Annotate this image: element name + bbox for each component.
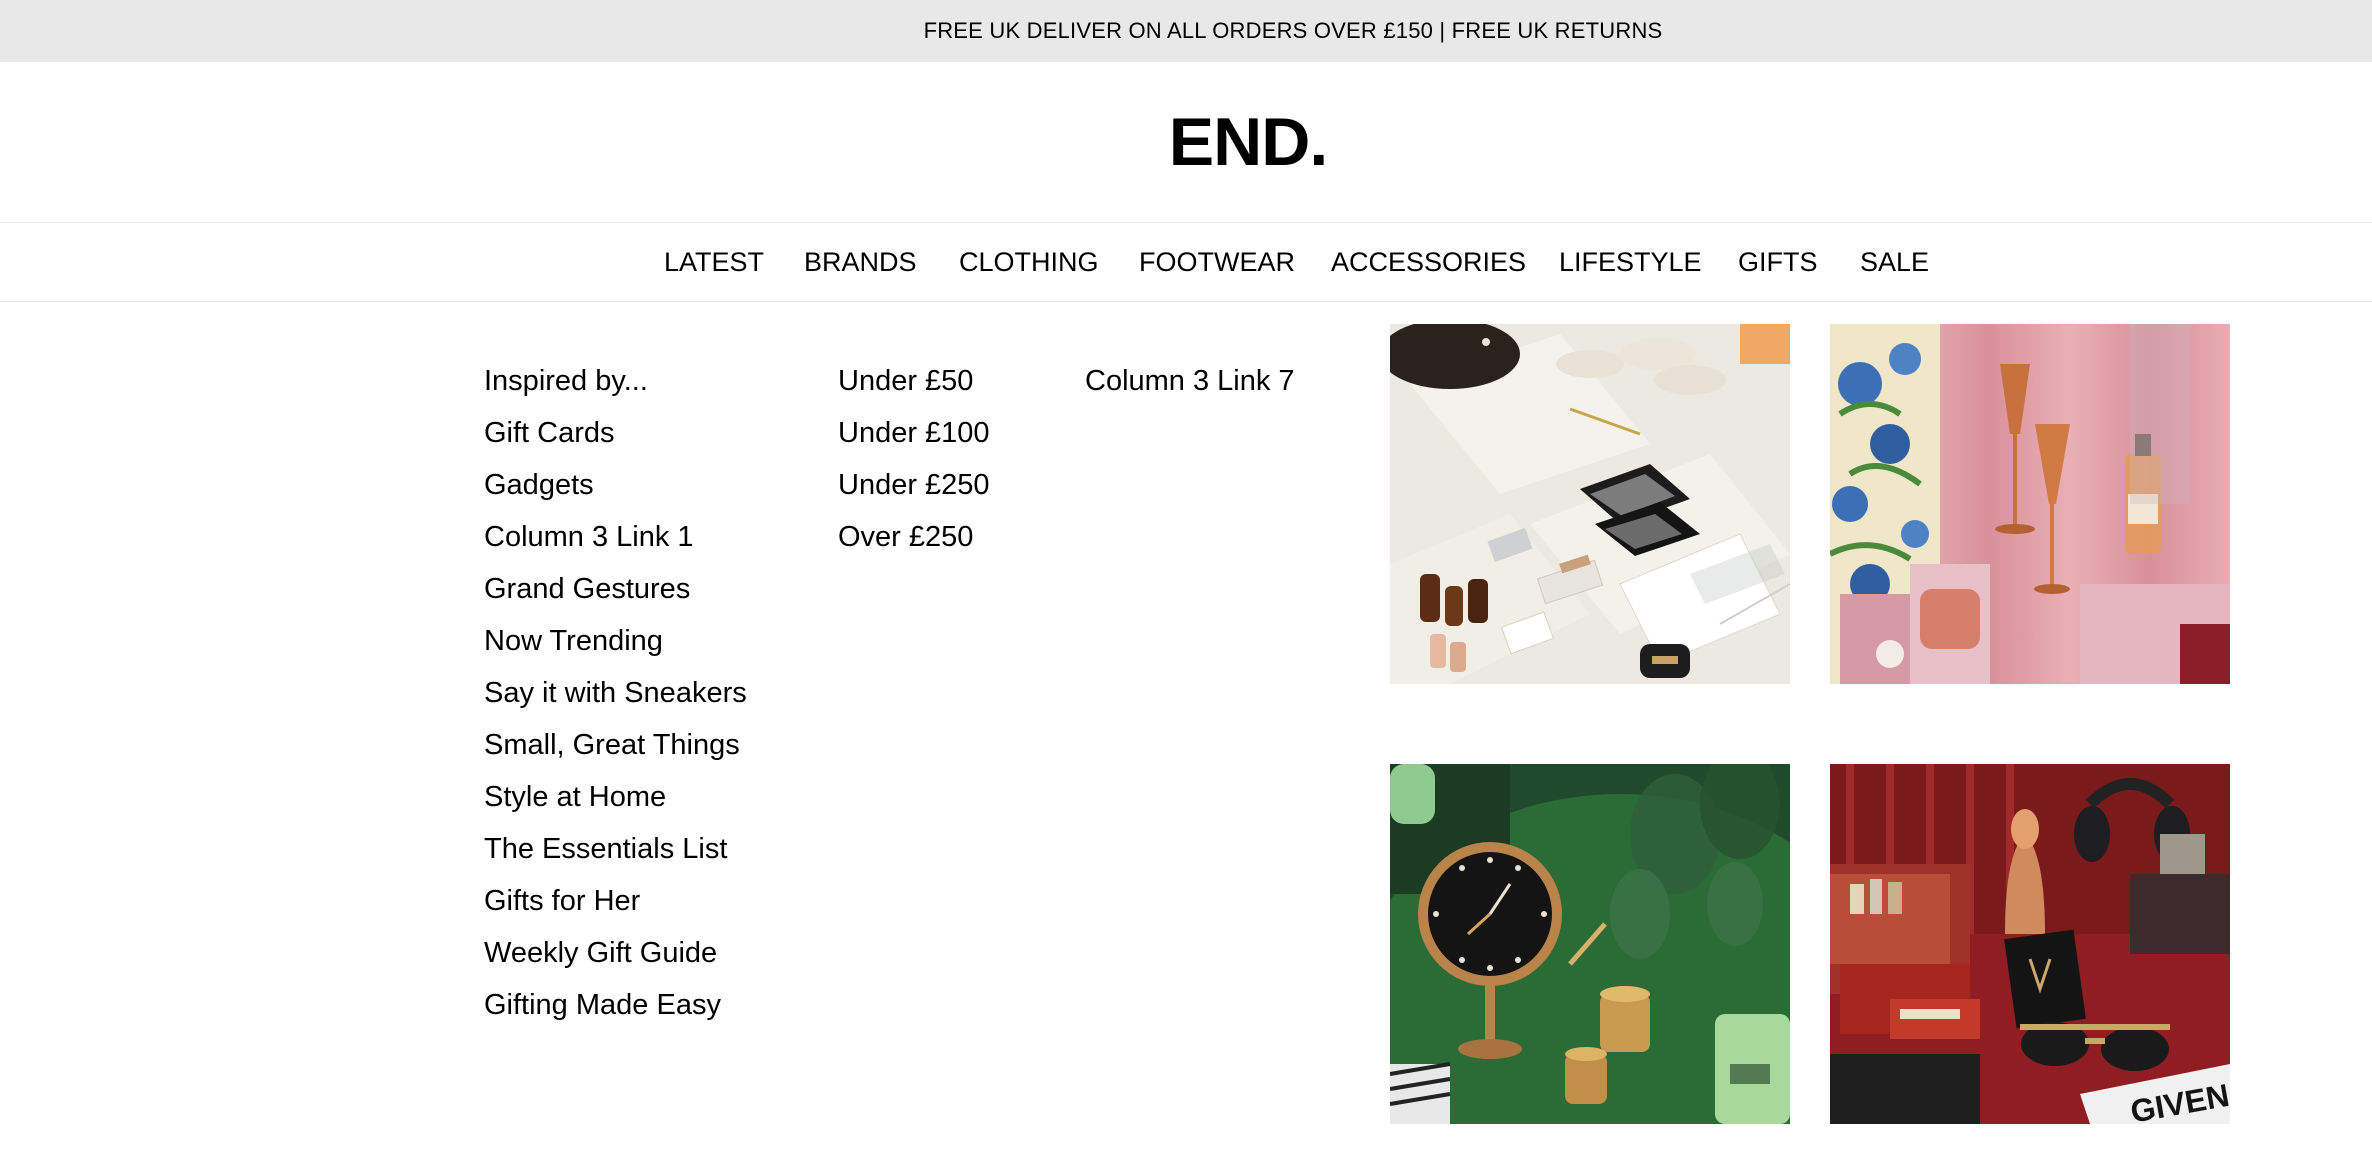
pink-image: [1830, 324, 2230, 684]
green-image: [1390, 764, 1790, 1124]
menu-link[interactable]: Small, Great Things: [484, 719, 747, 771]
nav-item-footwear[interactable]: FOOTWEAR: [1139, 223, 1295, 301]
menu-link[interactable]: Column 3 Link 7: [1085, 355, 1295, 407]
flatlay-image: [1390, 324, 1790, 684]
nav-item-brands[interactable]: BRANDS: [804, 223, 917, 301]
menu-link[interactable]: Say it with Sneakers: [484, 667, 747, 719]
menu-link[interactable]: Gadgets: [484, 459, 747, 511]
menu-column-3: Column 3 Link 7: [1085, 355, 1295, 407]
menu-link[interactable]: Style at Home: [484, 771, 747, 823]
menu-column-2: Under £50 Under £100 Under £250 Over £25…: [838, 355, 990, 563]
nav-item-sale[interactable]: SALE: [1860, 223, 1929, 301]
menu-link[interactable]: Column 3 Link 1: [484, 511, 747, 563]
main-navigation: LATEST BRANDS CLOTHING FOOTWEAR ACCESSOR…: [0, 222, 2372, 302]
nav-item-lifestyle[interactable]: LIFESTYLE: [1559, 223, 1702, 301]
menu-link[interactable]: Grand Gestures: [484, 563, 747, 615]
promo-text: FREE UK DELIVER ON ALL ORDERS OVER £150 …: [923, 18, 1663, 43]
nav-item-accessories[interactable]: ACCESSORIES: [1331, 223, 1526, 301]
menu-link[interactable]: Over £250: [838, 511, 990, 563]
promo-tile-red[interactable]: GIVEN: [1830, 764, 2230, 1124]
promo-tile-green[interactable]: [1390, 764, 1790, 1124]
menu-link[interactable]: Under £250: [838, 459, 990, 511]
nav-item-latest[interactable]: LATEST: [664, 223, 764, 301]
menu-link[interactable]: Gifting Made Easy: [484, 979, 747, 1031]
promo-tile-pink[interactable]: [1830, 324, 2230, 684]
menu-link[interactable]: Weekly Gift Guide: [484, 927, 747, 979]
menu-link[interactable]: Under £100: [838, 407, 990, 459]
site-logo[interactable]: END.: [0, 62, 2372, 222]
promo-banner: FREE UK DELIVER ON ALL ORDERS OVER £150 …: [0, 0, 2372, 62]
menu-link[interactable]: Gift Cards: [484, 407, 747, 459]
menu-link[interactable]: The Essentials List: [484, 823, 747, 875]
nav-item-clothing[interactable]: CLOTHING: [959, 223, 1099, 301]
menu-link[interactable]: Inspired by...: [484, 355, 747, 407]
menu-link[interactable]: Gifts for Her: [484, 875, 747, 927]
red-image: GIVEN: [1830, 764, 2230, 1124]
promo-tile-flatlay[interactable]: [1390, 324, 1790, 684]
logo-text: END.: [1168, 104, 1328, 180]
nav-item-gifts[interactable]: GIFTS: [1738, 223, 1818, 301]
menu-link[interactable]: Under £50: [838, 355, 990, 407]
menu-link[interactable]: Now Trending: [484, 615, 747, 667]
menu-column-1: Inspired by... Gift Cards Gadgets Column…: [484, 355, 747, 1031]
